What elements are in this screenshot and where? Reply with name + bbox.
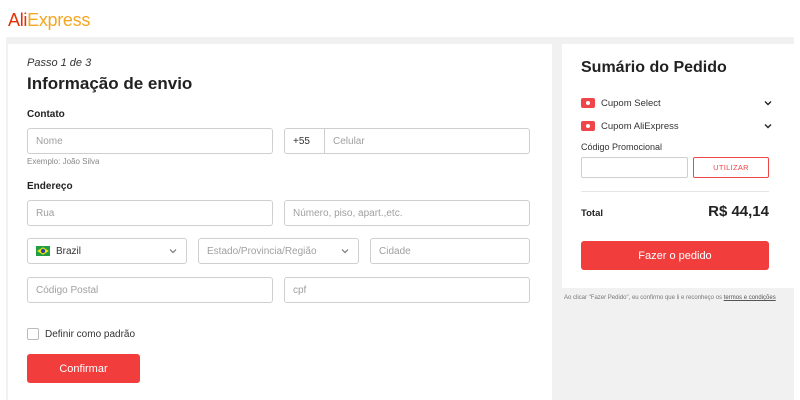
country-select[interactable]: Brazil [27, 238, 187, 264]
brazil-flag-icon [36, 246, 50, 256]
promo-code-label: Código Promocional [581, 142, 663, 152]
terms-link[interactable]: termos e condições [724, 295, 776, 301]
state-placeholder: Estado/Provincia/Região [207, 245, 317, 257]
street-input[interactable]: Rua [27, 200, 273, 226]
disclaimer-text: Ao clicar "Fazer Pedido", eu confirmo qu… [564, 295, 724, 301]
coupon-label: Cupom Select [601, 97, 661, 109]
name-hint: Exemplo: João Silva [27, 157, 100, 166]
logo-suffix: Express [27, 10, 91, 30]
coupon-aliexpress-row[interactable]: Cupom AliExpress [581, 119, 773, 133]
page-title: Informação de envio [27, 74, 193, 93]
chevron-down-icon [341, 249, 349, 254]
place-order-button[interactable]: Fazer o pedido [581, 241, 769, 270]
phone-prefix[interactable]: +55 [284, 128, 324, 154]
name-input[interactable]: Nome [27, 128, 273, 154]
total-label: Total [581, 208, 603, 219]
country-value: Brazil [56, 245, 82, 257]
address-section-label: Endereço [27, 181, 73, 192]
chevron-down-icon [169, 249, 177, 254]
promo-code-input[interactable] [581, 157, 688, 178]
coupon-label: Cupom AliExpress [601, 120, 679, 132]
confirm-button[interactable]: Confirmar [27, 354, 140, 383]
coupon-icon [581, 98, 595, 108]
aliexpress-logo[interactable]: AliExpress [8, 10, 90, 31]
coupon-select-row[interactable]: Cupom Select [581, 96, 773, 110]
chevron-down-icon [764, 101, 772, 106]
state-select[interactable]: Estado/Provincia/Região [198, 238, 359, 264]
postal-code-input[interactable]: Código Postal [27, 277, 273, 303]
default-address-checkbox[interactable] [27, 328, 39, 340]
chevron-down-icon [764, 124, 772, 129]
apply-promo-button[interactable]: UTILIZAR [693, 157, 769, 178]
total-value: R$ 44,14 [708, 203, 769, 220]
phone-input[interactable]: Celular [324, 128, 530, 154]
coupon-icon [581, 121, 595, 131]
summary-divider [581, 191, 769, 192]
step-indicator: Passo 1 de 3 [27, 57, 92, 69]
summary-title: Sumário do Pedido [581, 59, 727, 76]
logo-prefix: Ali [8, 10, 28, 30]
city-input[interactable]: Cidade [370, 238, 530, 264]
default-address-label[interactable]: Definir como padrão [45, 329, 135, 340]
order-disclaimer: Ao clicar "Fazer Pedido", eu confirmo qu… [564, 294, 786, 303]
cpf-input[interactable]: cpf [284, 277, 530, 303]
address-number-input[interactable]: Número, piso, apart.,etc. [284, 200, 530, 226]
contact-section-label: Contato [27, 109, 65, 120]
